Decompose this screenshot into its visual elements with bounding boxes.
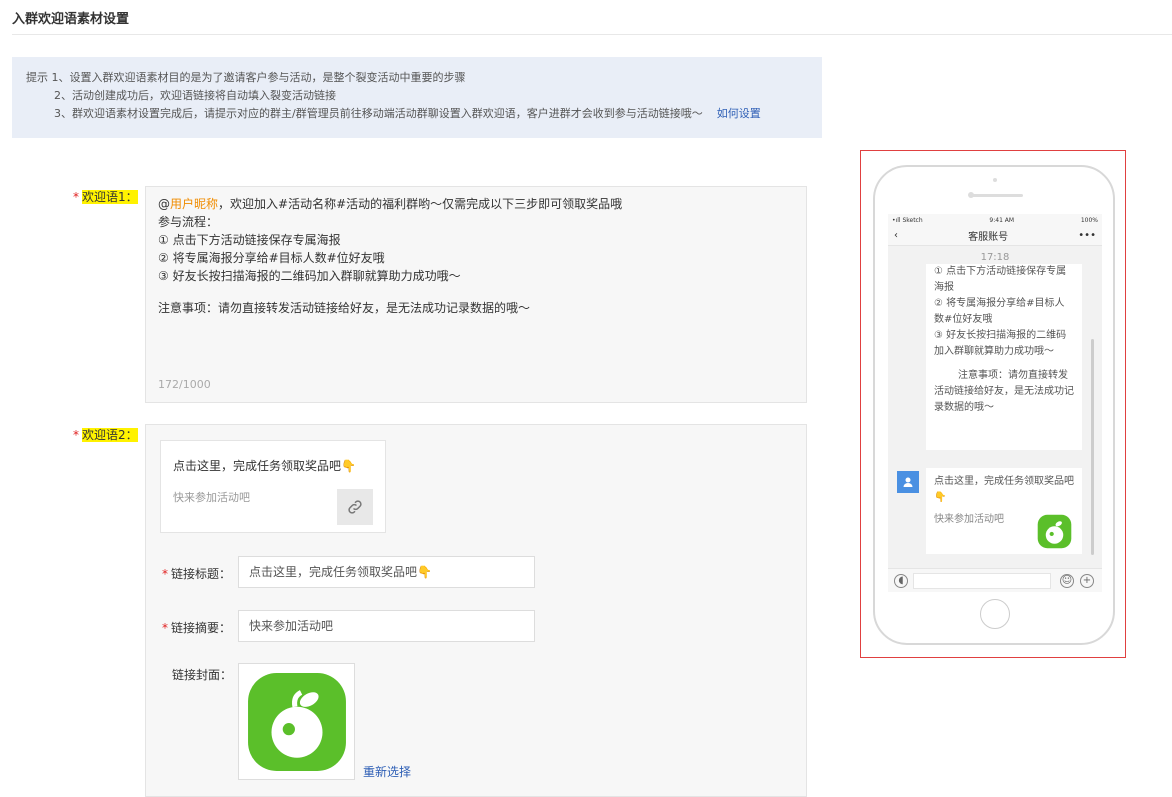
how-to-setup-link[interactable]: 如何设置 <box>717 107 761 120</box>
tips-panel: 提示 1、设置入群欢迎语素材目的是为了邀请客户参与活动，是整个裂变活动中重要的步… <box>12 57 822 138</box>
user-nickname-tag[interactable]: 用户昵称 <box>170 197 218 211</box>
message-bubble-link-card[interactable]: 点击这里，完成任务领取奖品吧👇 快来参加活动吧 <box>926 468 1082 554</box>
tips-line-1: 1、设置入群欢迎语素材目的是为了邀请客户参与活动，是整个裂变活动中重要的步骤 <box>51 71 466 84</box>
link-card-preview: 点击这里，完成任务领取奖品吧👇 快来参加活动吧 <box>160 440 386 533</box>
cover-label: 链接封面： <box>172 668 233 682</box>
chat-input-bar: ◖ ☺ + <box>888 568 1102 592</box>
char-count: 172/1000 <box>158 378 211 391</box>
welcome1-label: * 欢迎语1： <box>73 190 138 204</box>
welcome1-textarea[interactable]: @用户昵称，欢迎加入#活动名称#活动的福利群哟～仅需完成以下三步即可领取奖品哦 … <box>145 186 807 403</box>
tips-line-3: 3、群欢迎语素材设置完成后，请提示对应的群主/群管理员前往移动端活动群聊设置入群… <box>54 107 703 120</box>
chat-input[interactable] <box>913 573 1051 589</box>
phone-frame: •ıll Sketch 9:41 AM 100% ‹ 客服账号 ••• 17:18 … <box>873 165 1115 645</box>
emoji-icon[interactable]: ☺ <box>1060 574 1074 588</box>
cover-image[interactable] <box>238 663 355 780</box>
status-bar: •ıll Sketch 9:41 AM 100% <box>888 214 1102 226</box>
plus-icon[interactable]: + <box>1080 574 1094 588</box>
apple-logo-icon <box>1037 514 1072 549</box>
card-title: 点击这里，完成任务领取奖品吧👇 <box>173 459 356 473</box>
phone-speaker <box>969 194 1023 197</box>
welcome2-panel: 点击这里，完成任务领取奖品吧👇 快来参加活动吧 * 链接标题： 点击这里，完成任务… <box>145 424 807 797</box>
message-bubble-1: ① 点击下方活动链接保存专属海报 ② 将专属海报分享给#目标人数#位好友哦 ③ … <box>926 264 1082 450</box>
voice-icon[interactable]: ◖ <box>894 574 908 588</box>
chat-title: 客服账号 <box>968 232 1009 243</box>
apple-logo-icon <box>247 672 346 771</box>
back-icon[interactable]: ‹ <box>894 230 898 241</box>
link-icon <box>337 489 373 525</box>
welcome2-label: * 欢迎语2： <box>73 428 138 442</box>
link-title-input[interactable]: 点击这里，完成任务领取奖品吧👇 <box>238 556 535 588</box>
tips-line-2: 2、活动创建成功后，欢迎语链接将自动填入裂变活动链接 <box>54 89 336 102</box>
tips-label: 提示 <box>26 71 48 84</box>
phone-preview: •ıll Sketch 9:41 AM 100% ‹ 客服账号 ••• 17:18 … <box>860 150 1126 658</box>
link-title-label: * 链接标题： <box>162 567 232 581</box>
divider <box>12 34 1172 35</box>
scrollbar[interactable] <box>1091 339 1094 555</box>
reselect-link[interactable]: 重新选择 <box>363 763 411 780</box>
chat-time: 17:18 <box>980 252 1010 263</box>
home-button <box>980 599 1010 629</box>
card-desc: 快来参加活动吧 <box>173 491 250 504</box>
chat-nav-bar: ‹ 客服账号 ••• <box>888 226 1102 246</box>
link-summary-label: * 链接摘要： <box>162 621 232 635</box>
more-icon[interactable]: ••• <box>1078 230 1096 241</box>
phone-camera-dot <box>993 178 997 182</box>
link-summary-input[interactable]: 快来参加活动吧 <box>238 610 535 642</box>
avatar <box>897 471 919 493</box>
phone-screen: •ıll Sketch 9:41 AM 100% ‹ 客服账号 ••• 17:18 … <box>888 214 1102 592</box>
page-title: 入群欢迎语素材设置 <box>12 12 130 27</box>
